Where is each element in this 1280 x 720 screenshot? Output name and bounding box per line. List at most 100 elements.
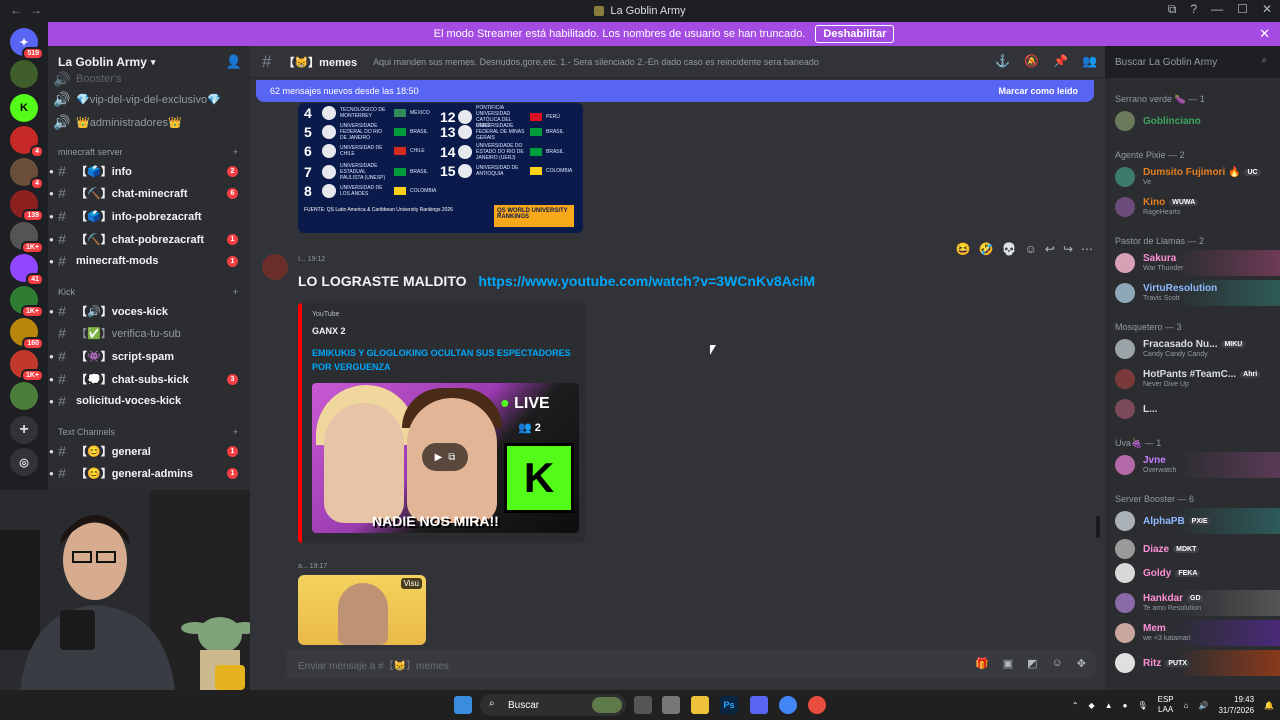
forward-icon[interactable]: ↪ bbox=[1063, 242, 1073, 256]
channel-item[interactable]: 🔊 👑administradores👑 bbox=[48, 111, 250, 133]
reply-icon[interactable]: ↩ bbox=[1045, 242, 1055, 256]
inbox-icon[interactable]: ⧉ bbox=[1168, 2, 1177, 17]
new-messages-bar[interactable]: 62 mensajes nuevos desde las 18:50 Marca… bbox=[256, 80, 1094, 102]
member-item[interactable]: Goldy FEKA bbox=[1105, 560, 1280, 586]
channel-item[interactable]: ● # solicitud-voces-kick bbox=[48, 390, 250, 412]
tray-app-icon[interactable]: ▲ bbox=[1105, 701, 1113, 710]
file-explorer-icon[interactable] bbox=[691, 696, 709, 714]
embed-provider[interactable]: YouTube bbox=[312, 311, 575, 318]
nav-arrows[interactable]: ←→ bbox=[10, 3, 50, 17]
member-item[interactable]: Goblinciano bbox=[1105, 108, 1280, 134]
close-icon[interactable]: ✕ bbox=[1259, 26, 1270, 42]
home-button[interactable]: ✦ 519 bbox=[10, 28, 44, 60]
twitch-server-icon[interactable]: 41 bbox=[10, 254, 44, 286]
add-server-icon[interactable]: + bbox=[10, 416, 38, 444]
mute-bell-icon[interactable]: 🔕 bbox=[1024, 54, 1039, 68]
channel-item[interactable]: 🔊 💎vip-del-vip-del-exclusivo💎 bbox=[48, 88, 250, 110]
disable-streamer-button[interactable]: Deshabilitar bbox=[815, 25, 895, 43]
channel-item[interactable]: ● # 【🗳️】info 2 bbox=[48, 160, 250, 182]
author-name[interactable]: I... bbox=[298, 256, 306, 263]
pin-icon[interactable]: 📌 bbox=[1053, 54, 1068, 68]
channel-item[interactable]: ● # 【😊】general-admins 1 bbox=[48, 462, 250, 484]
channel-item[interactable]: ● # 【💭】chat-subs-kick 3 bbox=[48, 368, 250, 390]
network-icon[interactable]: ⌂ bbox=[1184, 701, 1189, 710]
server-icon[interactable]: 1K+ bbox=[10, 286, 44, 318]
reaction-skull-icon[interactable]: 💀 bbox=[1002, 242, 1017, 256]
taskbar-search[interactable]: ⌕ Buscar bbox=[480, 694, 626, 716]
sticker-icon[interactable]: ◩ bbox=[1027, 657, 1037, 670]
help-icon[interactable]: ? bbox=[1190, 2, 1197, 17]
member-item[interactable]: Dumsito Fujimori 🔥 UC Ve bbox=[1105, 164, 1280, 190]
member-item[interactable]: VirtuResolution Travis Scott bbox=[1105, 280, 1280, 306]
gif-icon[interactable]: ▣ bbox=[1003, 657, 1013, 670]
server-icon[interactable]: 1K+ bbox=[10, 350, 44, 382]
close-window-button[interactable]: ✕ bbox=[1262, 2, 1272, 17]
embed-author[interactable]: GANX 2 bbox=[312, 326, 575, 336]
channel-item[interactable]: ● # 【👾】script-spam bbox=[48, 345, 250, 367]
category-text-channels[interactable]: Text Channels + bbox=[58, 427, 238, 437]
add-channel-icon[interactable]: + bbox=[233, 427, 238, 437]
ranking-image[interactable]: 4 TECNOLÓGICO DE MONTERREY MÉXICO 5 UNIVERS… bbox=[298, 103, 583, 233]
channel-item[interactable]: 🔊 Booster's bbox=[48, 68, 250, 90]
discord-icon[interactable] bbox=[750, 696, 768, 714]
member-item[interactable]: Sakura War Thunder bbox=[1105, 250, 1280, 276]
channel-item[interactable]: ● # minecraft-mods 1 bbox=[48, 250, 250, 272]
server-icon[interactable]: 139 bbox=[10, 190, 44, 222]
member-item[interactable]: L... bbox=[1105, 396, 1280, 422]
maximize-button[interactable]: ☐ bbox=[1237, 2, 1248, 17]
member-item[interactable]: Ritz PUTX bbox=[1105, 650, 1280, 676]
channel-item[interactable]: ● # 【⛏️】chat-minecraft 6 bbox=[48, 182, 250, 204]
chevron-up-icon[interactable]: ⌃ bbox=[1072, 701, 1079, 710]
emoji-icon[interactable]: ☺ bbox=[1052, 657, 1063, 670]
member-list-icon[interactable]: 👥 bbox=[1082, 54, 1097, 68]
volume-icon[interactable]: 🔊 bbox=[1198, 701, 1208, 710]
member-item[interactable]: HotPants #TeamC... Ahri Never Give Up bbox=[1105, 366, 1280, 392]
tray-app-icon[interactable]: ● bbox=[1123, 701, 1128, 710]
chat-scrollbar[interactable] bbox=[1096, 516, 1100, 538]
server-icon[interactable]: 4 bbox=[10, 158, 44, 190]
minimize-button[interactable]: — bbox=[1211, 2, 1223, 17]
add-channel-icon[interactable]: + bbox=[233, 287, 238, 297]
start-icon[interactable] bbox=[454, 696, 472, 714]
mark-as-read-button[interactable]: Marcar como leído bbox=[998, 86, 1078, 96]
add-channel-icon[interactable]: + bbox=[233, 147, 238, 157]
message-input[interactable]: Enviar mensaje a #【😸】memes 🎁 ▣ ◩ ☺ ✥ bbox=[286, 650, 1096, 678]
youtube-link[interactable]: https://www.youtube.com/watch?v=3WCnKv8A… bbox=[478, 273, 815, 289]
task-view-icon[interactable] bbox=[634, 696, 652, 714]
tray-app-icon[interactable]: ◆ bbox=[1089, 701, 1095, 710]
member-item[interactable]: Jvne Overwatch bbox=[1105, 452, 1280, 478]
add-reaction-icon[interactable]: ☺ bbox=[1025, 242, 1037, 256]
microphone-icon[interactable]: 🎙 bbox=[1137, 701, 1147, 710]
server-icon[interactable] bbox=[10, 382, 38, 410]
reaction-rofl-icon[interactable]: 🤣 bbox=[979, 242, 994, 256]
server-icon[interactable]: 160 bbox=[10, 318, 44, 350]
server-icon[interactable]: 4 bbox=[10, 126, 44, 158]
gift-icon[interactable]: 🎁 bbox=[975, 657, 989, 670]
channel-item[interactable]: # 【✅】verifica-tu-sub bbox=[48, 322, 250, 344]
threads-icon[interactable]: ⚓ bbox=[995, 54, 1010, 68]
channel-topic[interactable]: Aqui manden sus memes. Desnudos,gore,etc… bbox=[373, 57, 819, 67]
category-kick[interactable]: Kick + bbox=[58, 287, 238, 297]
discover-icon[interactable]: ◎ bbox=[10, 448, 38, 476]
reaction-laugh-icon[interactable]: 😆 bbox=[956, 242, 971, 256]
photoshop-icon[interactable]: Ps bbox=[720, 696, 738, 714]
embed-title[interactable]: EMIKUKIS Y GLOGLOKING OCULTAN SUS ESPECT… bbox=[312, 346, 575, 374]
more-icon[interactable]: ⋯ bbox=[1081, 242, 1093, 256]
member-item[interactable]: Hankdar GD Te amo Resolution bbox=[1105, 590, 1280, 616]
member-item[interactable]: Fracasado Nu... MIKU Candy Candy Candy bbox=[1105, 336, 1280, 362]
member-item[interactable]: Diaze MDKT bbox=[1105, 536, 1280, 562]
chrome-icon[interactable] bbox=[779, 696, 797, 714]
video-thumbnail[interactable]: ● LIVE 👥 2 K ▶ ⧉ NADIE NOS MIRA!! bbox=[312, 383, 579, 533]
category-minecraft[interactable]: minecraft server + bbox=[58, 147, 238, 157]
server-icon[interactable]: 1K+ bbox=[10, 222, 44, 254]
play-button[interactable]: ▶ ⧉ bbox=[422, 443, 468, 471]
avatar[interactable] bbox=[262, 254, 288, 280]
search-input[interactable]: Buscar La Goblin Army ⌕ bbox=[1105, 51, 1275, 73]
language-indicator[interactable]: ESP LAA bbox=[1158, 695, 1174, 715]
channel-item[interactable]: ● # 【🔊】voces-kick bbox=[48, 300, 250, 322]
member-item[interactable]: AlphaPB PXIE bbox=[1105, 508, 1280, 534]
channel-item[interactable]: ● # 【😊】general 1 bbox=[48, 440, 250, 462]
channel-item[interactable]: ● # 【⛏️】chat-pobrezacraft 1 bbox=[48, 228, 250, 250]
kick-server-icon[interactable]: K bbox=[10, 94, 38, 122]
clock[interactable]: 19:43 31/7/2026 bbox=[1218, 694, 1254, 716]
